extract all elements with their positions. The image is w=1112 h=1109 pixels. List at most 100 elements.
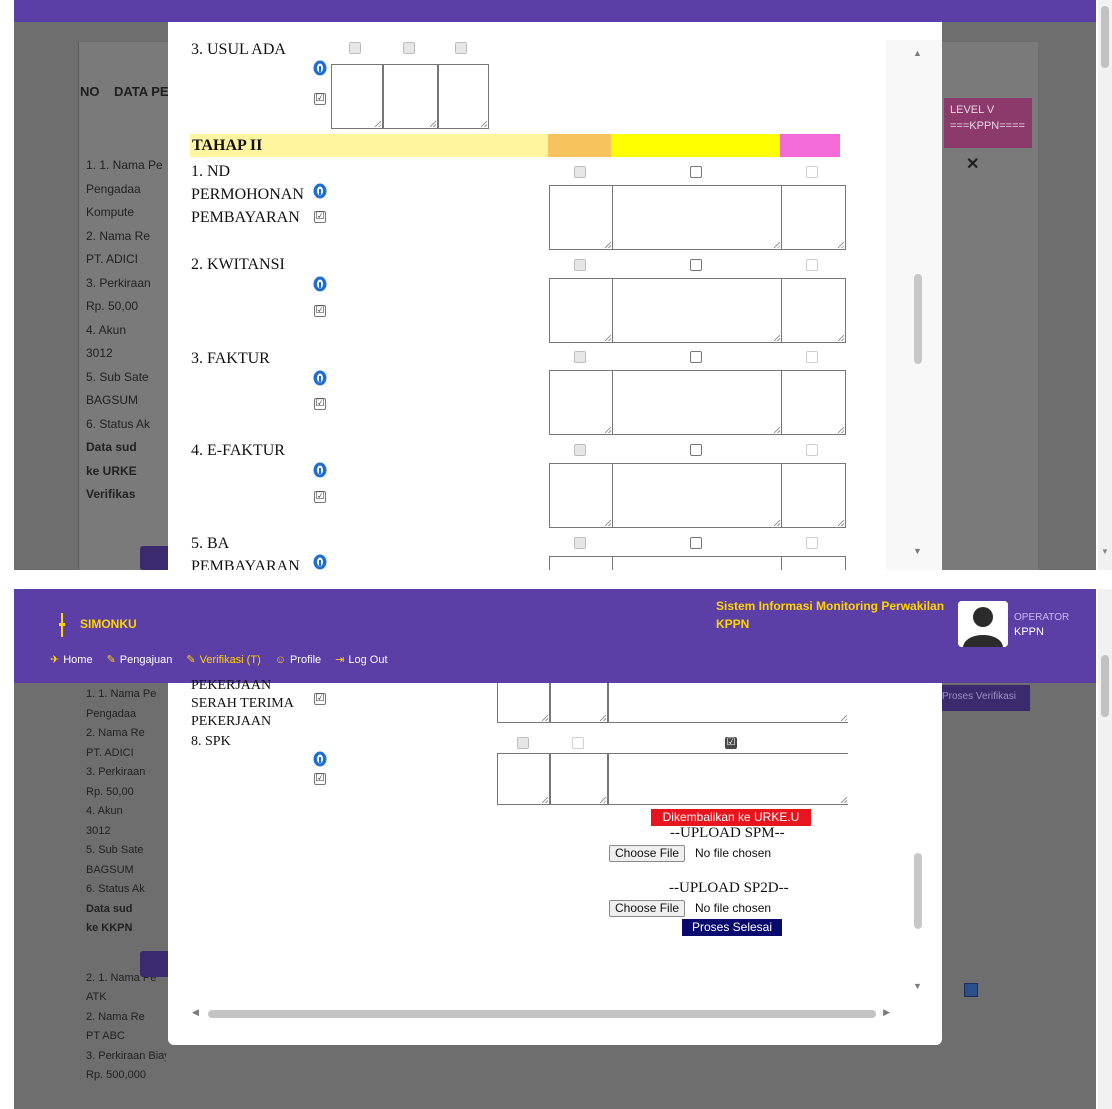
- spk-note[interactable]: [608, 753, 848, 805]
- proses-verifikasi-button[interactable]: Proses Verifikasi: [938, 685, 1030, 711]
- item-note[interactable]: [781, 185, 846, 250]
- info-icon[interactable]: [313, 183, 327, 199]
- item-note[interactable]: [612, 463, 782, 528]
- system-name-line: KPPN: [716, 617, 750, 631]
- row-2-checkbox[interactable]: [964, 983, 978, 997]
- row-line: Pengadaa: [86, 707, 137, 720]
- item-label: 5. BA PEMBAYARAN: [191, 532, 300, 570]
- edit-icon: ✎: [186, 654, 196, 666]
- modal-scrollbar-thumb[interactable]: [914, 853, 922, 929]
- level-checkbox[interactable]: [690, 259, 702, 271]
- item-note[interactable]: [781, 278, 846, 343]
- menu-logout[interactable]: ⇥ Log Out: [335, 653, 387, 667]
- item-verify-checkbox[interactable]: ☑: [314, 693, 326, 705]
- usul-ada-verify-checkbox[interactable]: ☑: [314, 93, 326, 105]
- choose-file-sp2d-button[interactable]: Choose File: [609, 900, 686, 917]
- edit-icon: ✎: [106, 654, 116, 666]
- item-label: 4. E-FAKTUR: [191, 442, 285, 459]
- info-icon[interactable]: [313, 276, 327, 292]
- spk-note[interactable]: [550, 753, 608, 805]
- horizontal-scrollbar-thumb[interactable]: [208, 1010, 876, 1018]
- item-note[interactable]: [612, 278, 782, 343]
- scroll-up-arrow-icon[interactable]: ▲: [913, 48, 922, 58]
- item-verify-checkbox[interactable]: ☑: [314, 491, 326, 503]
- page-scrollbar[interactable]: ▼: [1098, 0, 1112, 570]
- item-note[interactable]: [497, 683, 550, 723]
- row-line: 5. Sub Sate: [86, 844, 144, 856]
- row-status-line: Verifikas: [86, 487, 136, 501]
- usul-ada-note-3[interactable]: [438, 64, 489, 129]
- usul-ada-note-1[interactable]: [331, 64, 383, 129]
- scroll-down-arrow-icon[interactable]: ▼: [913, 546, 922, 556]
- info-icon[interactable]: [313, 751, 327, 767]
- scroll-right-arrow-icon[interactable]: ▶: [883, 1007, 890, 1018]
- scroll-left-arrow-icon[interactable]: ◀: [192, 1007, 199, 1018]
- item-label: 1. ND PERMOHONAN PEMBAYARAN: [191, 160, 304, 229]
- return-to-urkeu-button[interactable]: Dikembalikan ke URKE.U: [651, 809, 811, 826]
- page-scrollbar-thumb[interactable]: [1101, 6, 1109, 68]
- item-note[interactable]: [612, 556, 782, 570]
- row-action-button[interactable]: [140, 951, 170, 977]
- item-note[interactable]: [549, 278, 613, 343]
- scroll-down-arrow-icon[interactable]: ▼: [913, 981, 922, 991]
- menu-verifikasi[interactable]: ✎ Verifikasi (T): [186, 653, 261, 667]
- row-line: 2. Nama Re: [86, 1010, 145, 1023]
- row-line: 1. 1. Nama Pe: [86, 158, 163, 172]
- level-checkbox: [517, 737, 529, 749]
- modal-horizontal-scrollbar[interactable]: ◀ ▶: [190, 1007, 890, 1021]
- info-icon[interactable]: [313, 60, 327, 76]
- item-note[interactable]: [549, 463, 613, 528]
- item-note[interactable]: [781, 463, 846, 528]
- level-checkbox[interactable]: [690, 537, 702, 549]
- avatar[interactable]: [958, 601, 1008, 647]
- row-line: BAGSUM: [86, 393, 139, 407]
- level-checkbox: [806, 444, 818, 456]
- row-line: 5. Sub Sate: [86, 369, 149, 384]
- brand-name[interactable]: SIMONKU: [80, 617, 137, 631]
- header-data: DATA PE: [113, 84, 169, 99]
- item-note[interactable]: [612, 185, 782, 250]
- menu-profile[interactable]: ☺ Profile: [275, 653, 321, 666]
- menu-home[interactable]: ✈ Home: [50, 653, 93, 667]
- item-label-line: PEMBAYARAN: [191, 558, 300, 570]
- item-note[interactable]: [550, 683, 608, 723]
- item-note[interactable]: [549, 370, 613, 435]
- spk-verify-checkbox[interactable]: ☑: [314, 773, 326, 785]
- item-note[interactable]: [608, 683, 848, 723]
- page-scrollbar[interactable]: [1098, 589, 1112, 1109]
- level-checkbox: [574, 444, 586, 456]
- menu-pengajuan[interactable]: ✎ Pengajuan: [106, 653, 173, 667]
- choose-file-spm-button[interactable]: Choose File: [609, 845, 686, 862]
- level-checkbox[interactable]: [690, 351, 702, 363]
- info-icon[interactable]: [313, 462, 327, 478]
- item-verify-checkbox[interactable]: ☑: [314, 398, 326, 410]
- row-line: Kompute: [86, 205, 135, 219]
- scroll-down-arrow-icon[interactable]: ▼: [1101, 547, 1109, 556]
- item-note[interactable]: [781, 556, 846, 570]
- menu-label: Verifikasi (T): [199, 653, 261, 666]
- spk-note[interactable]: [497, 753, 550, 805]
- item-note[interactable]: [549, 556, 613, 570]
- item-label: 3. FAKTUR: [191, 350, 270, 367]
- usul-ada-note-2[interactable]: [383, 64, 438, 129]
- row-action-button[interactable]: [140, 546, 170, 570]
- level-checkbox[interactable]: [690, 444, 702, 456]
- item-verify-checkbox[interactable]: ☑: [314, 211, 326, 223]
- page-scrollbar-thumb[interactable]: [1101, 655, 1109, 717]
- item-note[interactable]: [549, 185, 613, 250]
- info-icon[interactable]: [313, 554, 327, 570]
- level-checkbox[interactable]: [690, 166, 702, 178]
- item-note[interactable]: [612, 370, 782, 435]
- row-status-line: Data sud: [86, 902, 133, 915]
- item-note[interactable]: [781, 370, 846, 435]
- modal-scrollbar-thumb[interactable]: [914, 274, 922, 364]
- row-status-line: ke URKE: [86, 463, 137, 478]
- item-label-line: PEKERJAAN: [191, 714, 272, 729]
- table-row: 1. 1. Nama Pe Pengadaa Kompute 2. Nama R…: [86, 154, 166, 507]
- level-checkbox[interactable]: ☑: [725, 737, 737, 749]
- item-verify-checkbox[interactable]: ☑: [314, 305, 326, 317]
- kppn-label: ===KPPN====: [950, 120, 1025, 132]
- proses-selesai-button[interactable]: Proses Selesai: [682, 919, 782, 936]
- info-icon[interactable]: [313, 370, 327, 386]
- spm-file-status: No file chosen: [695, 846, 772, 860]
